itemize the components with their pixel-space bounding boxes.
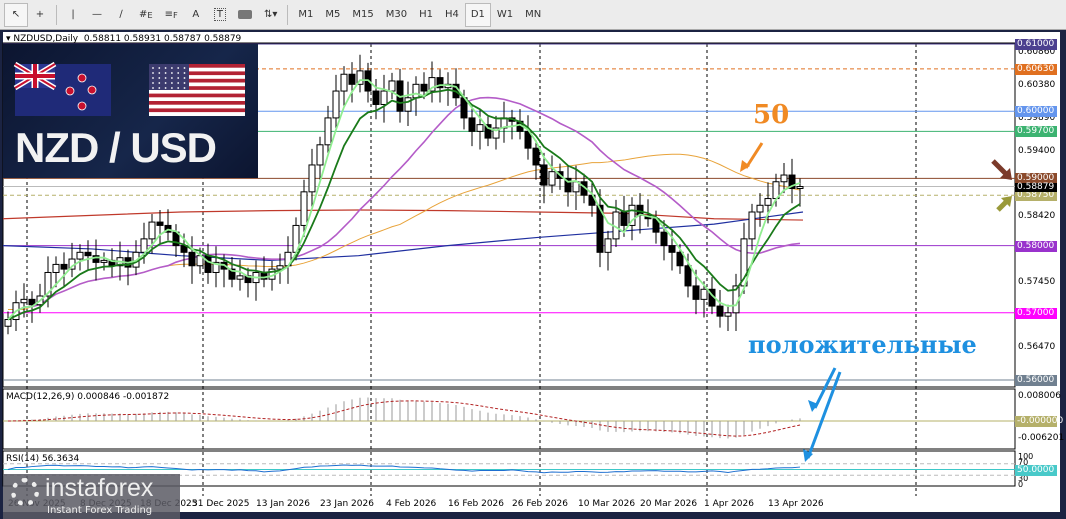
positive-annotation: положительные	[748, 330, 977, 359]
candle-body	[412, 83, 420, 99]
orange-arrow-icon	[744, 142, 764, 169]
candle-body	[756, 204, 764, 213]
candle-body	[476, 124, 484, 132]
rsi-line	[7, 464, 801, 474]
candle-body	[532, 147, 540, 166]
macd-label: MACD(12,26,9) 0.000846 -0.001872	[6, 392, 170, 402]
candle-body	[540, 164, 548, 186]
candle-body	[4, 319, 12, 327]
candle-body	[420, 83, 428, 92]
date-axis-label: 4 Feb 2026	[386, 499, 437, 509]
candle-body	[148, 221, 156, 240]
pair-banner: NZD / USD	[3, 44, 258, 178]
ma-red-line	[2, 209, 804, 221]
price-tick-label: 0.57450	[1018, 276, 1056, 287]
candle-body	[716, 305, 724, 317]
logo-icon	[11, 478, 39, 506]
price-tick-label: 0.60380	[1018, 79, 1056, 90]
chart-header: ▾ NZDUSD,Daily 0.58811 0.58931 0.58787 0…	[6, 34, 242, 44]
logo-name: instaforex	[45, 474, 154, 502]
candle-body	[20, 298, 28, 304]
candle-body	[156, 221, 164, 226]
candle-body	[204, 255, 212, 273]
level-price-tag: 0.57000	[1015, 307, 1057, 319]
us-flag-icon	[149, 64, 245, 116]
date-axis-label: 16 Feb 2026	[448, 499, 505, 509]
candle-body	[340, 73, 348, 92]
rsi-level-tag: 50.0000	[1015, 465, 1057, 476]
current-price-tag: 0.58879	[1015, 182, 1057, 192]
logo-tagline: Instant Forex Trading	[47, 505, 153, 516]
candle-body	[380, 90, 388, 105]
rsi-tick-label: 0	[1018, 480, 1024, 489]
level-price-tag: 0.61000	[1015, 39, 1057, 50]
price-tick-label: 0.58420	[1018, 211, 1056, 222]
candle-body	[332, 90, 340, 119]
candle-body	[724, 312, 732, 317]
candle-body	[468, 117, 476, 132]
level-price-tag: 0.58000	[1015, 240, 1057, 252]
candle-body	[60, 263, 68, 270]
level-price-tag: 0.60630	[1015, 63, 1057, 75]
candle-body	[548, 171, 556, 186]
candle-body	[604, 238, 612, 253]
candle-body	[780, 174, 788, 183]
candle-body	[308, 164, 316, 193]
candle-body	[188, 251, 196, 267]
rsi-label: RSI(14) 56.3634	[6, 454, 80, 464]
candle-body	[668, 245, 676, 253]
date-axis-label: 1 Apr 2026	[704, 499, 754, 509]
macd-tick-label: -0.006201	[1018, 433, 1065, 443]
candle-body	[236, 275, 244, 280]
nz-flag-icon	[13, 61, 111, 116]
macd-signal-line	[7, 400, 801, 437]
candle-body	[140, 238, 148, 253]
candle-body	[748, 211, 756, 240]
candle-body	[388, 80, 396, 92]
candle-body	[76, 251, 84, 260]
candle-body	[300, 191, 308, 226]
symbol-label: NZDUSD,Daily	[13, 34, 79, 44]
blue-arrows-icon	[806, 367, 842, 459]
candle-body	[620, 211, 628, 226]
candle-body	[676, 251, 684, 267]
macd-zero-tag: -0.000000	[1015, 416, 1064, 427]
date-axis-label: 20 Mar 2026	[640, 499, 698, 509]
candle-body	[692, 285, 700, 300]
price-tick-label: 0.59400	[1018, 145, 1056, 156]
candle-body	[404, 97, 412, 112]
ma50-annotation: 50	[753, 100, 790, 130]
level-price-tag: 0.59700	[1015, 126, 1057, 138]
candle-body	[684, 265, 692, 287]
candle-body	[660, 231, 668, 247]
date-axis-label: 26 Feb 2026	[512, 499, 569, 509]
candle-body	[348, 73, 356, 85]
date-axis-label: 13 Apr 2026	[768, 499, 824, 509]
candle-body	[372, 90, 380, 105]
date-axis-label: 31 Dec 2025	[192, 499, 250, 509]
level-price-tag: 0.58750	[1015, 190, 1057, 202]
candle-body	[100, 259, 108, 263]
pair-title: NZD / USD	[15, 124, 217, 171]
candle-body	[700, 288, 708, 300]
date-axis-label: 23 Jan 2026	[320, 499, 374, 509]
candle-body	[764, 198, 772, 206]
level-price-tag: 0.56000	[1015, 375, 1057, 386]
price-tick-label: 0.56470	[1018, 342, 1056, 353]
candle-body	[84, 251, 92, 257]
candle-body	[796, 186, 804, 189]
candle-body	[324, 117, 332, 146]
date-axis-label: 10 Mar 2026	[578, 499, 636, 509]
macd-tick-label: 0.008006	[1018, 391, 1061, 401]
candle-body	[316, 144, 324, 166]
ohlc-values: 0.58811 0.58931 0.58787 0.58879	[83, 34, 242, 44]
candle-body	[52, 263, 60, 273]
level-price-tag: 0.60000	[1015, 106, 1057, 118]
date-axis-label: 13 Jan 2026	[256, 499, 310, 509]
instaforex-logo: instaforex Instant Forex Trading	[3, 474, 180, 519]
